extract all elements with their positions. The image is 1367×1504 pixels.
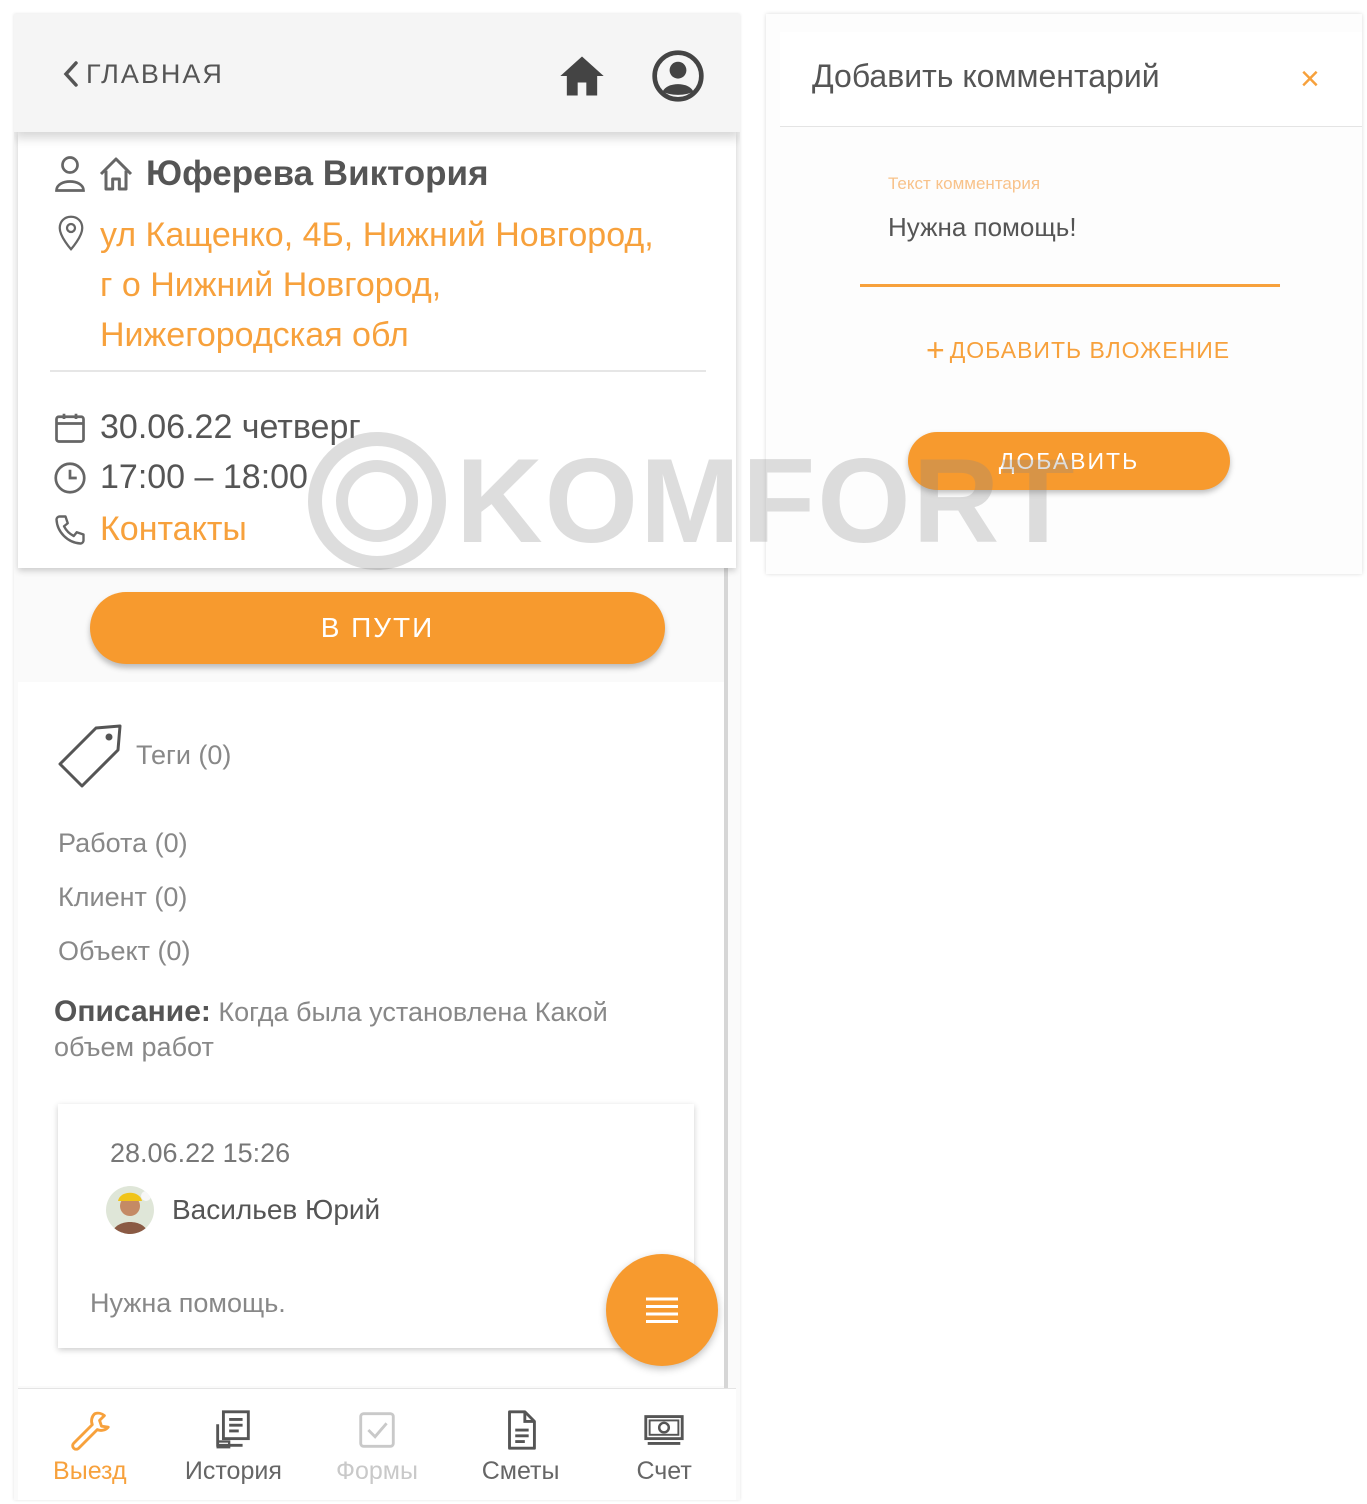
comment-date: 28.06.22 15:26 — [110, 1138, 291, 1168]
nav-forms[interactable]: Формы — [305, 1389, 449, 1500]
dialog-title: Добавить комментарий — [812, 58, 1160, 94]
nav-label: Формы — [335, 1457, 418, 1485]
dialog-header: Добавить комментарий × — [780, 32, 1362, 127]
author-name: Васильев Юрий — [172, 1194, 381, 1225]
nav-history[interactable]: История — [162, 1389, 306, 1500]
nav-label: История — [184, 1457, 282, 1485]
category-object[interactable]: Объект (0) — [58, 936, 190, 967]
close-icon[interactable]: × — [1300, 60, 1320, 98]
tag-icon — [58, 724, 122, 788]
location-pin-icon — [58, 215, 84, 251]
category-work[interactable]: Работа (0) — [58, 828, 188, 859]
clock-icon — [54, 461, 86, 494]
attach-label: ДОБАВИТЬ ВЛОЖЕНИЕ — [949, 337, 1231, 363]
tags-button[interactable]: Теги (0) — [56, 722, 231, 788]
add-comment-dialog: Добавить комментарий × Текст комментария… — [766, 14, 1362, 574]
comment-author: Васильев Юрий — [106, 1186, 380, 1234]
client-row: Юферева Виктория — [52, 154, 489, 194]
back-button[interactable]: ГЛАВНАЯ — [60, 58, 224, 90]
back-label: ГЛАВНАЯ — [86, 58, 224, 89]
document-icon — [507, 1410, 536, 1450]
status-on-the-way-button[interactable]: В ПУТИ — [90, 592, 665, 664]
comment-card: 28.06.22 15:26 Васильев Юрий Нужна помощ… — [58, 1104, 694, 1348]
calendar-icon — [55, 413, 85, 443]
address-line-1: ул Кащенко, 4Б, Нижний Новгород, — [100, 216, 654, 254]
checkbox-icon — [359, 1412, 395, 1448]
nav-estimates[interactable]: Сметы — [449, 1389, 593, 1500]
add-attachment-button[interactable]: + ДОБАВИТЬ ВЛОЖЕНИЕ — [926, 332, 1230, 369]
job-description: Описание: Когда была установлена Какой о… — [54, 994, 654, 1065]
client-name: Юферева Виктория — [146, 154, 489, 193]
tags-label: Теги (0) — [136, 739, 232, 770]
app-bar: ГЛАВНАЯ — [14, 14, 740, 132]
date-row: 30.06.22 четверг — [52, 408, 361, 447]
nav-label: Выезд — [53, 1457, 127, 1485]
client-info-card: Юферева Виктория ул Кащенко, 4Б, Нижний … — [18, 132, 736, 568]
chevron-left-icon — [63, 61, 78, 87]
home-icon[interactable] — [556, 50, 608, 102]
visit-time: 17:00 – 18:00 — [100, 458, 308, 496]
submit-comment-button[interactable]: ДОБАВИТЬ — [908, 432, 1230, 490]
wrench-icon — [71, 1411, 110, 1451]
contacts-link[interactable]: Контакты — [100, 510, 247, 549]
house-outline-icon — [99, 157, 133, 191]
menu-icon — [646, 1297, 678, 1323]
avatar — [106, 1186, 154, 1234]
account-icon[interactable] — [650, 48, 706, 104]
description-label: Описание: — [54, 995, 211, 1028]
job-screen: ГЛАВНАЯ Юферева Виктория ул Кащенко, 4Б,… — [14, 14, 740, 1500]
address-line-3: Нижегородская обл — [100, 316, 409, 354]
comment-text-input[interactable] — [888, 212, 1280, 243]
nav-label: Сметы — [481, 1457, 560, 1485]
time-row: 17:00 – 18:00 — [52, 458, 308, 497]
nav-label: Счет — [636, 1457, 692, 1485]
divider — [50, 370, 706, 372]
menu-fab-button[interactable] — [606, 1254, 718, 1366]
client-address-link[interactable]: ул Кащенко, 4Б, Нижний Новгород, г о Ниж… — [100, 210, 710, 360]
comment-text: Нужна помощь. — [90, 1288, 286, 1318]
nav-trip[interactable]: Выезд — [18, 1389, 162, 1500]
contacts-row[interactable]: Контакты — [52, 510, 247, 549]
person-icon — [55, 156, 85, 192]
address-line-2: г о Нижний Новгород, — [100, 266, 442, 304]
history-icon — [216, 1410, 251, 1449]
visit-date: 30.06.22 четверг — [100, 408, 361, 446]
comment-field-label: Текст комментария — [888, 174, 1041, 193]
money-icon — [644, 1415, 684, 1445]
input-underline — [860, 284, 1280, 287]
nav-invoice[interactable]: Счет — [592, 1389, 736, 1500]
phone-icon — [55, 514, 85, 545]
bottom-navigation: Выезд История Формы Сметы Счет — [18, 1388, 736, 1500]
category-client[interactable]: Клиент (0) — [58, 882, 187, 913]
plus-icon: + — [926, 332, 946, 368]
